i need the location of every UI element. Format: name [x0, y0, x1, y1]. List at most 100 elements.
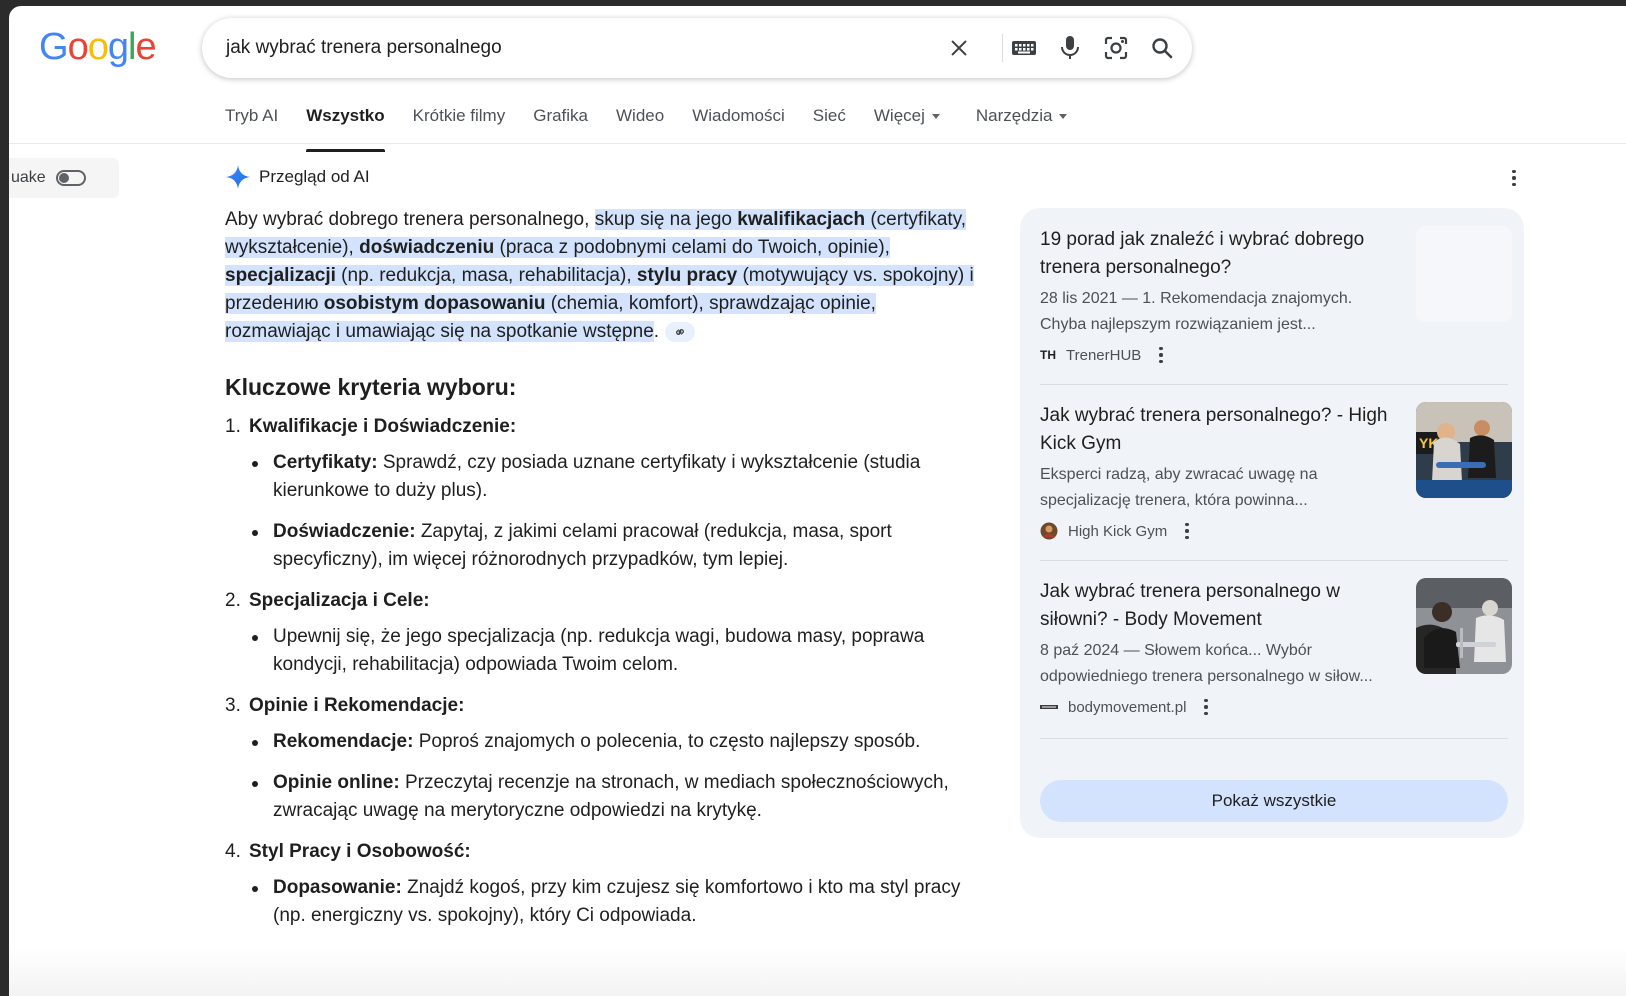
bullet-bold: Rekomendacje:: [273, 731, 414, 752]
bodymovement-favicon-icon: [1040, 698, 1058, 716]
intro-bold: specjalizacji: [225, 265, 336, 286]
divider: [1040, 560, 1508, 561]
bullet-text: Poproś znajomych o polecenia, to często …: [413, 731, 921, 752]
source-snippet: Eksperci radzą, aby zwracać uwagę na spe…: [1040, 466, 1318, 509]
ai-overview-header: Przegląd od AI: [225, 164, 370, 190]
criteria-number: 2.: [225, 590, 241, 611]
toggle-switch[interactable]: [55, 170, 86, 186]
source-site-name: bodymovement.pl: [1068, 698, 1187, 716]
tab-news[interactable]: Wiadomości: [692, 102, 785, 142]
search-tabs: Tryb AI Wszystko Krótkie filmy Grafika W…: [225, 102, 1095, 152]
bullet-bold: Certyfikaty:: [273, 452, 378, 473]
tab-images[interactable]: Grafika: [533, 102, 588, 142]
source-snippet: 28 lis 2021 — 1. Rekomendacja znajomych.…: [1040, 290, 1353, 333]
source-title[interactable]: 19 porad jak znaleźć i wybrać dobrego tr…: [1040, 226, 1400, 282]
browser-page: Google jak wybrać trenera personalnego T…: [9, 6, 1626, 996]
ai-overview-title: Przegląd od AI: [259, 167, 370, 186]
intro-text: (np. redukcja, masa, rehabilitacja),: [335, 265, 637, 286]
tab-more[interactable]: Więcej: [874, 102, 940, 142]
criteria-bullets: Certyfikaty: Sprawdź, czy posiada uznane…: [249, 449, 985, 574]
bottom-fade: [9, 946, 1626, 996]
tab-all[interactable]: Wszystko: [306, 102, 386, 152]
bullet-bold: Doświadczenie:: [273, 521, 416, 542]
more-options-icon[interactable]: [1185, 522, 1189, 540]
tab-ai-mode[interactable]: Tryb AI: [225, 102, 278, 142]
side-toggle-label: uake: [11, 169, 46, 186]
intro-bold: kwalifikacjach: [737, 209, 866, 230]
criteria-title: Styl Pracy i Osobowość:: [249, 841, 471, 862]
divider: [1040, 384, 1508, 385]
sparkle-icon: [226, 165, 250, 189]
bullet-bold: Dopasowanie:: [273, 877, 402, 898]
bullet-item: Rekomendacje: Poproś znajomych o polecen…: [249, 728, 985, 756]
tab-more-label: Więcej: [873, 106, 925, 125]
sources-panel: 19 porad jak znaleźć i wybrać dobrego tr…: [1020, 208, 1524, 838]
highkick-favicon-icon: [1040, 522, 1058, 540]
tab-web[interactable]: Sieć: [813, 102, 846, 142]
criteria-title: Specjalizacja i Cele:: [249, 590, 430, 611]
search-input[interactable]: jak wybrać trenera personalnego: [226, 37, 502, 59]
criteria-item: 2. Specjalizacja i Cele: Upewnij się, że …: [225, 587, 985, 679]
gym-training-thumbnail[interactable]: YK: [1416, 402, 1512, 498]
intro-text: Aby wybrać dobrego trenera personalnego,: [225, 209, 595, 230]
bullet-item: Dopasowanie: Znajdź kogoś, przy kim czuj…: [249, 874, 985, 930]
bullet-item: Upewnij się, że jego specjalizacja (np. …: [249, 623, 985, 679]
criteria-number: 3.: [225, 695, 241, 716]
intro-text: (praca z podobnymi celami do Twoich, opi…: [494, 237, 890, 258]
intro-bold: stylu pracy: [636, 265, 738, 286]
source-site: TH TrenerHUB: [1040, 346, 1508, 364]
more-options-icon[interactable]: [1504, 166, 1524, 190]
criteria-bullets: Dopasowanie: Znajdź kogoś, przy kim czuj…: [249, 874, 985, 930]
source-site: bodymovement.pl: [1040, 698, 1508, 716]
tab-tools-label: Narzędzia: [975, 106, 1053, 125]
gym-treadmill-thumbnail[interactable]: [1416, 578, 1512, 674]
source-thumbnail[interactable]: [1416, 226, 1512, 322]
intro-bold: doświadczeniu: [359, 237, 495, 258]
search-divider: [1002, 34, 1003, 62]
search-icon[interactable]: [1146, 32, 1178, 64]
intro-text: .: [653, 321, 660, 342]
source-site-name: High Kick Gym: [1068, 522, 1168, 540]
source-title[interactable]: Jak wybrać trenera personalnego w siłown…: [1040, 578, 1400, 634]
intro-bold: osobistym dopasowaniu: [323, 293, 546, 314]
trenerhub-favicon-icon: TH: [1040, 348, 1056, 362]
criteria-heading: Kluczowe kryteria wyboru:: [225, 374, 517, 400]
side-toggle-panel: uake: [9, 158, 119, 198]
chevron-down-icon: [931, 114, 940, 120]
bullet-bold: Opinie online:: [273, 772, 400, 793]
criteria-item: 1. Kwalifikacje i Doświadczenie: Certyfik…: [225, 413, 985, 574]
source-title[interactable]: Jak wybrać trenera personalnego? - High …: [1040, 402, 1400, 458]
bullet-item: Opinie online: Przeczytaj recenzje na st…: [249, 769, 985, 825]
tab-short-videos[interactable]: Krótkie filmy: [413, 102, 506, 142]
tabs-divider: [9, 143, 1626, 144]
google-logo[interactable]: Google: [39, 26, 157, 69]
criteria-number: 1.: [225, 416, 241, 437]
more-options-icon[interactable]: [1204, 698, 1208, 716]
criteria-bullets: Rekomendacje: Poproś znajomych o polecen…: [249, 728, 985, 825]
intro-text: skup się na jego: [594, 209, 738, 230]
keyboard-icon[interactable]: [1008, 32, 1040, 64]
clear-icon[interactable]: [943, 32, 975, 64]
criteria-number: 4.: [225, 841, 241, 862]
link-icon[interactable]: [665, 321, 696, 342]
divider: [1040, 738, 1508, 739]
tab-tools[interactable]: Narzędzia: [976, 102, 1068, 142]
chevron-down-icon: [1059, 114, 1068, 120]
bullet-item: Doświadczenie: Zapytaj, z jakimi celami …: [249, 518, 985, 574]
criteria-item: 4. Styl Pracy i Osobowość: Dopasowanie: Z…: [225, 838, 985, 930]
criteria-title: Kwalifikacje i Doświadczenie:: [249, 416, 517, 437]
ai-overview-intro: Aby wybrać dobrego trenera personalnego,…: [225, 206, 985, 346]
criteria-title: Opinie i Rekomendacje:: [249, 695, 465, 716]
source-site: High Kick Gym: [1040, 522, 1508, 540]
criteria-bullets: Upewnij się, że jego specjalizacja (np. …: [249, 623, 985, 679]
bullet-item: Certyfikaty: Sprawdź, czy posiada uznane…: [249, 449, 985, 505]
lens-camera-icon[interactable]: [1100, 32, 1132, 64]
search-box[interactable]: jak wybrać trenera personalnego: [202, 18, 1192, 78]
tab-videos[interactable]: Wideo: [616, 102, 664, 142]
criteria-item: 3. Opinie i Rekomendacje: Rekomendacje: P…: [225, 692, 985, 825]
more-options-icon[interactable]: [1159, 346, 1163, 364]
ai-overview-body: Aby wybrać dobrego trenera personalnego,…: [225, 206, 985, 943]
show-all-button[interactable]: Pokaż wszystkie: [1040, 780, 1508, 822]
source-site-name: TrenerHUB: [1066, 346, 1142, 364]
microphone-icon[interactable]: [1054, 32, 1086, 64]
